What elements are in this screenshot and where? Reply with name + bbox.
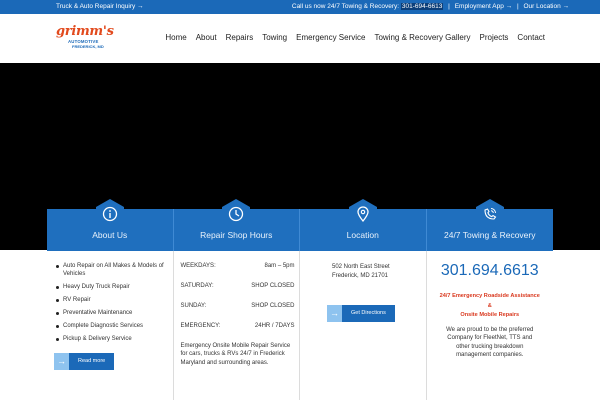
divider: |	[516, 3, 519, 10]
panel-location: Location	[300, 199, 427, 251]
hours-day: WEEKDAYS:	[180, 263, 216, 269]
arrow-right-icon: →	[54, 353, 69, 370]
towing-column: 301.694.6613 24/7 Emergency Roadside Ass…	[427, 251, 554, 400]
call-prefix: Call us now 24/7 Towing & Recovery:	[291, 3, 400, 10]
emergency-note: Emergency Onsite Mobile Repair Service f…	[180, 343, 291, 366]
info-columns: Auto Repair on All Makes & Models of Veh…	[47, 251, 553, 400]
towing-highlights: 24/7 Emergency Roadside Assistance & Ons…	[427, 292, 554, 321]
panel-label: 24/7 Towing & Recovery	[443, 230, 536, 240]
ampersand-text: &	[487, 302, 492, 309]
location-column: 502 North East Street Frederick, MD 2170…	[300, 251, 427, 400]
button-label: Get Directions	[342, 305, 395, 322]
map-pin-icon	[348, 199, 377, 231]
get-directions-button[interactable]: → Get Directions	[327, 305, 395, 322]
hours-time: SHOP CLOSED	[251, 283, 295, 289]
list-item: Heavy Duty Truck Repair	[55, 283, 167, 291]
info-icon	[95, 199, 124, 231]
nav-projects[interactable]: Projects	[480, 33, 509, 42]
hours-row: WEEKDAYS: 8am – 5pm	[181, 262, 295, 282]
main-nav: Home About Repairs Towing Emergency Serv…	[165, 33, 545, 42]
hours-time: 24HR / 7DAYS	[254, 323, 295, 329]
hours-day: EMERGENCY:	[180, 323, 221, 329]
nav-about[interactable]: About	[196, 33, 217, 42]
nav-towing[interactable]: Towing	[262, 33, 287, 42]
nav-contact[interactable]: Contact	[517, 33, 545, 42]
hours-row: SATURDAY: SHOP CLOSED	[181, 282, 295, 302]
repair-inquiry-link[interactable]: Truck & Auto Repair Inquiry →	[56, 3, 144, 10]
top-phone-link[interactable]: 301-694-6613	[400, 3, 444, 10]
employment-app-link[interactable]: Employment App →	[455, 3, 512, 10]
address-city: Frederick, MD 21701	[332, 272, 389, 279]
hours-row: SUNDAY: SHOP CLOSED	[181, 302, 295, 322]
logo-line2: FREDERICK, MD	[72, 44, 104, 49]
hours-time: 8am – 5pm	[264, 263, 295, 269]
list-item: Preventative Maintenance	[55, 309, 167, 317]
nav-repairs[interactable]: Repairs	[226, 33, 254, 42]
panel-about-us: About Us	[47, 199, 174, 251]
mobile-repairs-text: Onsite Mobile Repairs	[460, 312, 520, 318]
panel-label: About Us	[92, 230, 128, 240]
logo-script: grimm's	[56, 24, 114, 39]
address-street: 502 North East Street	[332, 264, 390, 270]
phone-call-icon	[475, 199, 504, 231]
hours-day: SATURDAY:	[180, 283, 214, 289]
read-more-button[interactable]: → Read more	[54, 353, 115, 370]
site-header: grimm's AUTOMOTIVE FREDERICK, MD Home Ab…	[0, 14, 600, 63]
feature-panels: About Us Repair Shop Hours Location 24/7…	[47, 199, 553, 251]
towing-description: We are proud to be the preferred Company…	[446, 327, 534, 358]
towing-phone-link[interactable]: 301.694.6613	[427, 262, 554, 280]
nav-home[interactable]: Home	[165, 33, 186, 42]
hours-row: EMERGENCY: 24HR / 7DAYS	[181, 322, 295, 342]
grimms-logo[interactable]: grimm's AUTOMOTIVE FREDERICK, MD	[56, 24, 114, 50]
clock-icon	[222, 199, 251, 231]
list-item: RV Repair	[55, 296, 167, 304]
nav-gallery[interactable]: Towing & Recovery Gallery	[374, 33, 470, 42]
top-bar: Truck & Auto Repair Inquiry → Call us no…	[0, 0, 600, 14]
list-item: Auto Repair on All Makes & Models of Veh…	[55, 262, 167, 278]
arrow-right-icon: →	[327, 305, 342, 322]
list-item: Pickup & Delivery Service	[55, 335, 167, 343]
address: 502 North East Street Frederick, MD 2170…	[332, 263, 390, 280]
button-label: Read more	[69, 353, 115, 370]
divider: |	[448, 3, 450, 10]
panel-towing: 24/7 Towing & Recovery	[426, 199, 553, 251]
panel-hours: Repair Shop Hours	[173, 199, 300, 251]
hours-time: SHOP CLOSED	[251, 303, 295, 309]
hours-table: WEEKDAYS: 8am – 5pm SATURDAY: SHOP CLOSED …	[181, 262, 295, 342]
our-location-link[interactable]: Our Location →	[523, 3, 569, 10]
panel-label: Repair Shop Hours	[200, 230, 273, 240]
nav-emergency-service[interactable]: Emergency Service	[296, 33, 365, 42]
services-list: Auto Repair on All Makes & Models of Veh…	[55, 262, 167, 348]
list-item: Complete Diagnostic Services	[55, 322, 167, 330]
about-column: Auto Repair on All Makes & Models of Veh…	[47, 251, 174, 400]
roadside-assistance-text: 24/7 Emergency Roadside Assistance	[439, 293, 540, 299]
panel-label: Location	[346, 230, 379, 240]
hours-column: WEEKDAYS: 8am – 5pm SATURDAY: SHOP CLOSED …	[174, 251, 300, 400]
top-bar-right: Call us now 24/7 Towing & Recovery: 301-…	[292, 3, 569, 10]
hours-day: SUNDAY:	[180, 303, 207, 309]
